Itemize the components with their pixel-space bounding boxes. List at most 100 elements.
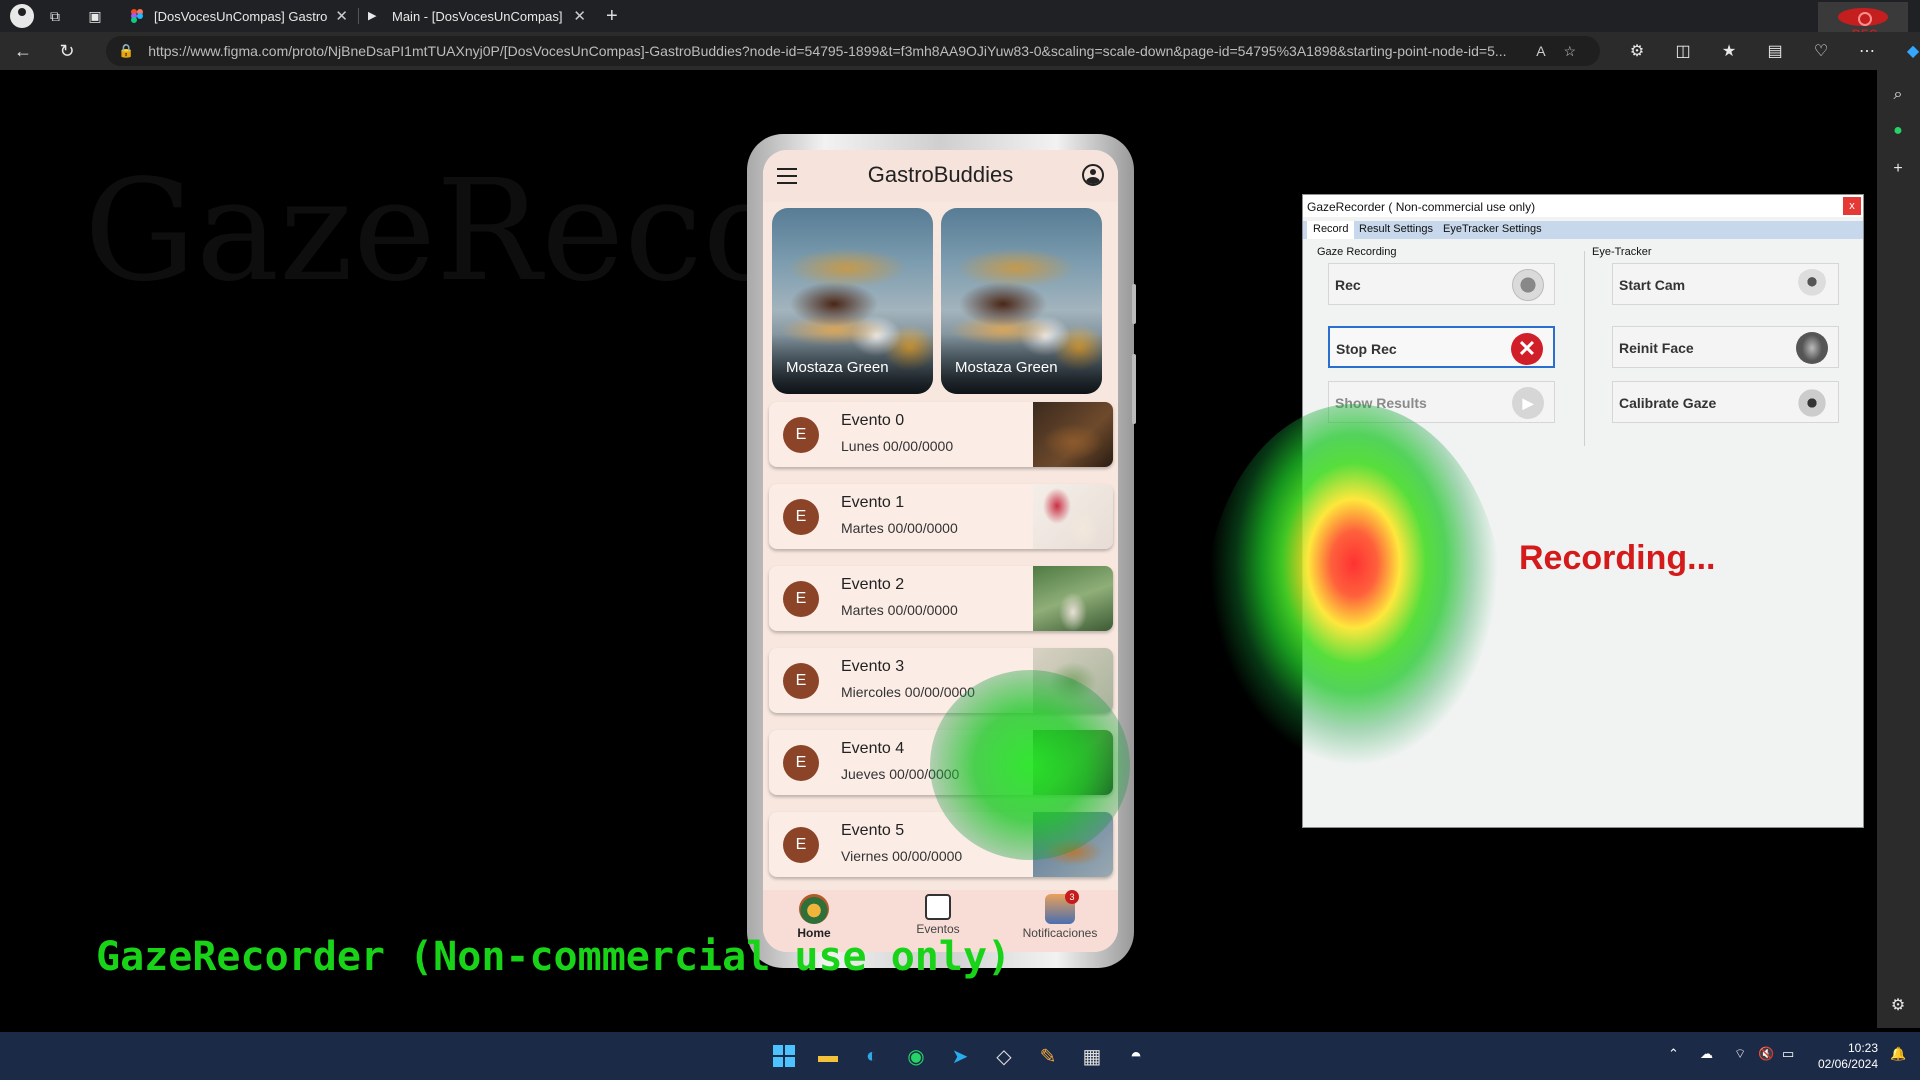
battery-icon[interactable]: ▭ xyxy=(1782,1046,1794,1062)
record-icon xyxy=(1512,269,1544,301)
event-title: Evento 0 xyxy=(841,412,905,429)
wifi-icon[interactable]: ⌔ xyxy=(1734,1046,1746,1062)
webcam-icon xyxy=(1796,269,1828,301)
collections-icon[interactable]: ▤ xyxy=(1758,36,1792,66)
play-icon: ▶ xyxy=(368,10,377,22)
event-title: Evento 3 xyxy=(841,658,905,675)
notepad-icon[interactable]: ▦ xyxy=(1078,1042,1106,1070)
event-avatar: E xyxy=(783,581,819,617)
taskbar: ▬ ◐ ◉ ➤ ◇ ✎ ▦ ◓ ⌃ ☁ ⌔ 🔇 ▭ 10:23 02/06/20… xyxy=(0,1032,1920,1080)
figma-icon xyxy=(131,9,143,23)
restaurant-card[interactable]: Mostaza Green xyxy=(941,208,1102,394)
play-icon: ▶ xyxy=(1512,387,1544,419)
event-title: Evento 4 xyxy=(841,740,905,757)
home-icon xyxy=(799,894,829,924)
event-date: Martes 00/00/0000 xyxy=(841,520,958,536)
nav-label: Notificaciones xyxy=(1022,926,1098,940)
event-avatar: E xyxy=(783,663,819,699)
app-header: GastroBuddies xyxy=(763,150,1118,202)
time: 10:23 xyxy=(1847,1041,1878,1055)
refresh-button[interactable]: ↻ xyxy=(50,36,84,66)
favorites-icon[interactable]: ★ xyxy=(1712,36,1746,66)
event-title: Evento 2 xyxy=(841,576,905,593)
whatsapp-icon[interactable]: ● xyxy=(1887,120,1909,142)
workspaces-icon[interactable]: ⧉ xyxy=(44,5,66,27)
volume-muted-icon[interactable]: 🔇 xyxy=(1758,1046,1774,1062)
back-button[interactable]: ← xyxy=(6,36,40,66)
notification-badge: 3 xyxy=(1065,890,1079,904)
3d-viewer-icon[interactable]: ◇ xyxy=(990,1042,1018,1070)
card-label: Mostaza Green xyxy=(786,359,889,376)
performance-icon[interactable]: ♡ xyxy=(1804,36,1838,66)
event-title: Evento 1 xyxy=(841,494,905,511)
browser-sidebar: ⌕ ● + ⚙ xyxy=(1877,70,1920,1028)
reinit-face-label: Reinit Face xyxy=(1619,340,1694,356)
tab-title: [DosVocesUnCompas] GastroBuddies xyxy=(154,8,328,24)
clock[interactable]: 10:23 02/06/2024 xyxy=(1818,1040,1878,1072)
tray-chevron-icon[interactable]: ⌃ xyxy=(1668,1046,1679,1062)
event-image xyxy=(1033,566,1113,631)
calendar-icon xyxy=(925,894,951,920)
gazerecorder-tabs: Record Result Settings EyeTracker Settin… xyxy=(1303,221,1863,239)
restaurant-card[interactable]: Mostaza Green xyxy=(772,208,933,394)
tab-gastrobuddies[interactable]: [DosVocesUnCompas] GastroBuddies ✕ xyxy=(120,0,358,32)
add-icon[interactable]: + xyxy=(1887,158,1909,180)
rec-label: Rec xyxy=(1335,277,1361,293)
close-button[interactable]: x xyxy=(1843,197,1861,215)
nav-eventos[interactable]: Eventos xyxy=(883,894,993,936)
app-icon[interactable]: ✎ xyxy=(1034,1042,1062,1070)
edge-icon[interactable]: ◐ xyxy=(858,1042,886,1070)
start-cam-button[interactable]: Start Cam xyxy=(1612,263,1839,305)
stop-rec-button[interactable]: Stop Rec ✕ xyxy=(1328,326,1555,368)
more-menu-icon[interactable]: ⋯ xyxy=(1850,36,1884,66)
account-icon[interactable] xyxy=(1082,164,1104,186)
tab-record[interactable]: Record xyxy=(1307,221,1355,239)
gazerecorder-app-icon[interactable]: ◓ xyxy=(1122,1042,1150,1070)
event-image xyxy=(1033,484,1113,549)
face-icon xyxy=(1796,332,1828,364)
rec-button[interactable]: Rec xyxy=(1328,263,1555,305)
tab-main[interactable]: ▶ Main - [DosVocesUnCompas] GastroBuddie… xyxy=(358,0,596,32)
nav-notificaciones[interactable]: 3 Notificaciones xyxy=(1005,890,1115,940)
favorite-star-icon[interactable]: ☆ xyxy=(1564,43,1577,60)
split-screen-icon[interactable]: ◫ xyxy=(1666,36,1700,66)
profile-icon[interactable] xyxy=(10,4,34,28)
vertical-tabs-icon[interactable]: ▣ xyxy=(84,5,106,27)
event-avatar: E xyxy=(783,499,819,535)
event-item[interactable]: E Evento 2 Martes 00/00/0000 xyxy=(769,566,1113,631)
notifications-icon[interactable]: 🔔 xyxy=(1890,1046,1906,1062)
lock-icon: 🔒 xyxy=(118,43,135,58)
file-explorer-icon[interactable]: ▬ xyxy=(814,1042,842,1070)
url-text: https://www.figma.com/proto/NjBneDsaPI1m… xyxy=(148,43,1507,59)
settings-icon[interactable]: ⚙ xyxy=(1887,994,1909,1016)
reinit-face-button[interactable]: Reinit Face xyxy=(1612,326,1839,368)
windows-start-icon[interactable] xyxy=(770,1042,798,1070)
event-image xyxy=(1033,402,1113,467)
gazerecorder-title: GazeRecorder ( Non-commercial use only) xyxy=(1303,195,1863,217)
tab-close-icon[interactable]: ✕ xyxy=(335,7,348,25)
calibrate-gaze-button[interactable]: Calibrate Gaze xyxy=(1612,381,1839,423)
onedrive-icon[interactable]: ☁ xyxy=(1700,1046,1713,1062)
power-button xyxy=(1132,354,1136,424)
whatsapp-icon[interactable]: ◉ xyxy=(902,1042,930,1070)
rec-icon xyxy=(1838,8,1888,26)
app-title: GastroBuddies xyxy=(867,162,1014,187)
event-date: Miercoles 00/00/0000 xyxy=(841,684,975,700)
read-aloud-icon[interactable]: A xyxy=(1536,43,1545,59)
stop-rec-label: Stop Rec xyxy=(1336,341,1397,357)
browser-toolbar: ← ↻ 🔒 https://www.figma.com/proto/NjBneD… xyxy=(0,32,1920,70)
search-icon[interactable]: ⌕ xyxy=(1887,84,1909,106)
event-item[interactable]: E Evento 0 Lunes 00/00/0000 xyxy=(769,402,1113,467)
extensions-icon[interactable]: ⚙ xyxy=(1620,36,1654,66)
address-bar[interactable]: 🔒 https://www.figma.com/proto/NjBneDsaPI… xyxy=(106,36,1600,66)
copilot-icon[interactable]: ◆ xyxy=(1896,36,1920,66)
new-tab-button[interactable]: + xyxy=(606,5,618,28)
telegram-icon[interactable]: ➤ xyxy=(946,1042,974,1070)
tab-result-settings[interactable]: Result Settings xyxy=(1353,221,1439,239)
tab-eyetracker-settings[interactable]: EyeTracker Settings xyxy=(1437,221,1548,239)
event-item[interactable]: E Evento 1 Martes 00/00/0000 xyxy=(769,484,1113,549)
start-cam-label: Start Cam xyxy=(1619,277,1686,293)
tab-close-icon[interactable]: ✕ xyxy=(573,7,586,25)
event-avatar: E xyxy=(783,745,819,781)
tab-title: Main - [DosVocesUnCompas] GastroBuddies xyxy=(392,8,565,24)
